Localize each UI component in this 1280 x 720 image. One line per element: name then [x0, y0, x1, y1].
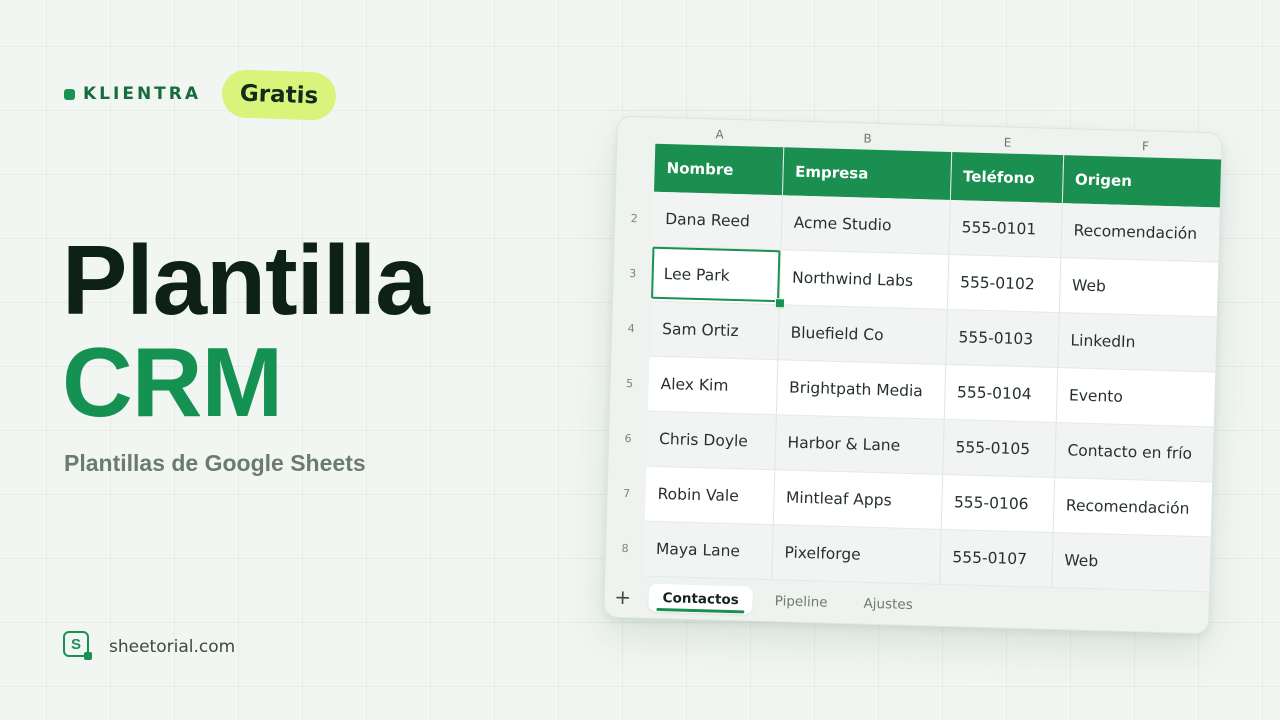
row-number[interactable]: 7 [607, 466, 647, 522]
table-cell[interactable]: Bluefield Co [777, 304, 947, 365]
tab-pipeline[interactable]: Pipeline [760, 586, 842, 616]
header-cell-origen[interactable]: Origen [1061, 155, 1223, 208]
table-cell[interactable]: Brightpath Media [775, 359, 946, 420]
table-cell[interactable]: Web [1051, 532, 1217, 593]
table-cell[interactable]: LinkedIn [1057, 312, 1223, 373]
header-cell-telefono[interactable]: Teléfono [949, 151, 1064, 204]
table-cell[interactable]: 555-0105 [942, 419, 1056, 478]
table-cell[interactable]: 555-0102 [946, 254, 1061, 313]
table-cell[interactable]: Alex Kim [647, 356, 778, 415]
table-cell[interactable]: Recomendación [1052, 477, 1219, 538]
table-cell[interactable]: Maya Lane [643, 521, 773, 580]
fill-handle[interactable] [774, 298, 786, 309]
row-number[interactable]: 4 [611, 301, 651, 357]
free-badge: Gratis [221, 69, 337, 121]
table-cell[interactable]: 555-0101 [948, 199, 1062, 258]
table-cell[interactable]: Web [1058, 257, 1223, 318]
contacts-table: Nombre Empresa Teléfono Origen Dana Reed… [643, 143, 1223, 593]
table-cell[interactable]: Dana Reed [652, 191, 782, 250]
table-cell[interactable]: Sam Ortiz [649, 301, 779, 360]
footer-url[interactable]: sheetorial.com [109, 637, 235, 657]
column-letter-e[interactable]: E [951, 130, 1064, 155]
add-sheet-button[interactable]: + [604, 584, 641, 609]
table-cell[interactable]: 555-0106 [940, 474, 1055, 533]
logo-dot-icon [84, 652, 92, 660]
row-number[interactable]: 8 [605, 521, 645, 577]
row-number[interactable]: 2 [614, 191, 654, 247]
spreadsheet-preview: A B E F 2 3 4 5 6 7 8 Nombre Empresa Tel… [603, 115, 1223, 635]
tab-ajustes[interactable]: Ajustes [849, 589, 927, 619]
header-cell-nombre[interactable]: Nombre [654, 143, 784, 196]
page-subtitle: Plantillas de Google Sheets [64, 450, 366, 476]
table-cell[interactable]: Mintleaf Apps [772, 469, 943, 530]
row-number[interactable]: 6 [608, 411, 648, 467]
table-cell[interactable]: Harbor & Lane [774, 414, 944, 475]
table-cell[interactable]: 555-0107 [939, 529, 1053, 588]
table-cell[interactable]: Recomendación [1060, 203, 1223, 263]
tab-contactos[interactable]: Contactos [648, 583, 754, 615]
table-cell[interactable]: Acme Studio [780, 195, 950, 255]
table-cell[interactable]: 555-0103 [945, 309, 1059, 368]
row-number[interactable]: 3 [613, 246, 653, 302]
brand: KLIENTRA [64, 84, 201, 104]
table-cell[interactable]: Northwind Labs [778, 249, 949, 310]
table-cell[interactable]: Pixelforge [771, 524, 941, 585]
selected-cell[interactable]: Lee Park [650, 246, 781, 305]
table-cell[interactable]: 555-0104 [943, 364, 1058, 423]
table-cell[interactable]: Contacto en frío [1054, 422, 1220, 483]
brand-name: KLIENTRA [83, 84, 202, 104]
table-cell[interactable]: Chris Doyle [646, 411, 776, 470]
brand-dot-icon [64, 88, 75, 100]
page-title-line-2: CRM [62, 327, 283, 437]
row-number[interactable]: 5 [610, 356, 650, 412]
table-cell[interactable]: Evento [1055, 367, 1222, 428]
header-cell-empresa[interactable]: Empresa [781, 147, 952, 200]
table-cell[interactable]: Robin Vale [644, 466, 775, 525]
logo-letter: S [70, 635, 81, 653]
